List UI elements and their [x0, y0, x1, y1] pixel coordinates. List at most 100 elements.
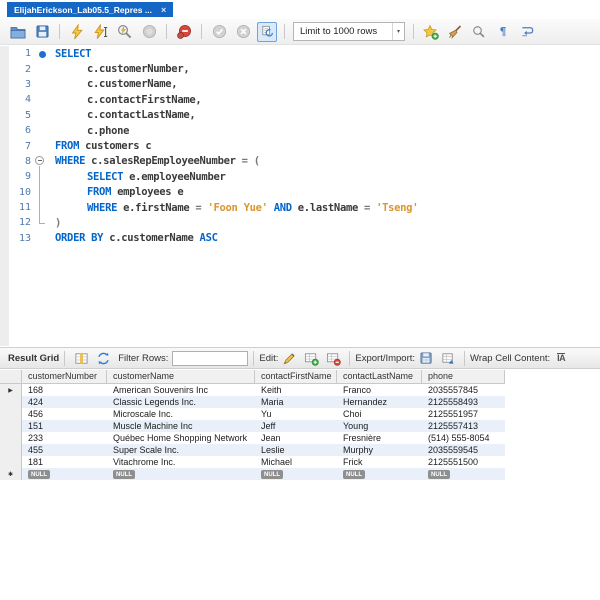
table-cell[interactable]: 2125557413 — [422, 420, 505, 432]
execute-button[interactable] — [67, 22, 87, 42]
save-script-button[interactable] — [32, 22, 52, 42]
toggle-autocommit-button[interactable] — [257, 21, 277, 42]
table-cell[interactable]: Young — [337, 420, 422, 432]
row-marker-header[interactable] — [0, 370, 22, 383]
toggle-stop-on-error-button[interactable] — [174, 22, 194, 42]
tab-close-icon[interactable]: × — [161, 5, 166, 15]
table-cell[interactable]: Hernandez — [337, 396, 422, 408]
table-cell[interactable]: 2125551500 — [422, 456, 505, 468]
code-line[interactable]: 12) — [0, 215, 600, 230]
table-cell[interactable]: NULL — [255, 468, 337, 480]
code-line[interactable]: 6 c.phone — [0, 123, 600, 138]
table-cell[interactable]: 2125551957 — [422, 408, 505, 420]
minus-circle-icon[interactable] — [35, 155, 44, 165]
column-header-contactFirstName[interactable]: contactFirstName — [255, 370, 337, 383]
table-cell[interactable]: Vitachrome Inc. — [107, 456, 255, 468]
table-cell[interactable]: Frick — [337, 456, 422, 468]
table-row[interactable]: 456 Microscale Inc. Yu Choi 2125551957 — [0, 408, 505, 420]
row-marker[interactable] — [0, 432, 22, 444]
sql-code-editor[interactable]: 1 SELECT 2 c.customerNumber, 3 c.customerName… — [0, 46, 600, 346]
table-cell[interactable]: 456 — [22, 408, 107, 420]
table-row[interactable]: 181 Vitachrome Inc. Michael Frick 2125551500 — [0, 456, 505, 468]
column-header-customerName[interactable]: customerName — [107, 370, 255, 383]
code-line[interactable]: 4 c.contactFirstName, — [0, 92, 600, 107]
row-marker[interactable] — [0, 420, 22, 432]
table-cell[interactable]: 424 — [22, 396, 107, 408]
table-cell[interactable]: Maria — [255, 396, 337, 408]
code-line[interactable]: 2 c.customerNumber, — [0, 61, 600, 76]
table-row[interactable]: ▶ 168 American Souvenirs Inc Keith Franco 203… — [0, 384, 505, 396]
wrap-cell-content-button[interactable]: IA — [552, 349, 570, 367]
result-grid-view-button[interactable] — [72, 349, 90, 367]
save-snippet-button[interactable] — [421, 22, 441, 42]
row-marker[interactable] — [0, 408, 22, 420]
new-row-star-icon[interactable]: ✱ — [0, 468, 22, 480]
code-line[interactable]: 13 ORDER BY c.customerName ASC — [0, 231, 600, 246]
execute-current-button[interactable] — [91, 22, 111, 42]
export-results-button[interactable] — [417, 349, 435, 367]
rollback-button[interactable] — [233, 22, 253, 42]
code-line[interactable]: 11 WHERE e.firstName = 'Foon Yue' AND e.l… — [0, 199, 600, 216]
tab-sql-script[interactable]: ElijahErickson_Lab05.5_Repres ... × — [7, 2, 174, 17]
table-cell[interactable]: 455 — [22, 444, 107, 456]
code-line[interactable]: 9 SELECT e.employeeNumber — [0, 169, 600, 185]
table-cell[interactable]: Yu — [255, 408, 337, 420]
table-row[interactable]: 233 Québec Home Shopping Network Jean Fresn… — [0, 432, 505, 444]
row-marker[interactable] — [0, 444, 22, 456]
limit-rows-dropdown[interactable]: Limit to 1000 rows ▾ — [293, 22, 405, 41]
table-cell[interactable]: Microscale Inc. — [107, 408, 255, 420]
table-cell[interactable]: NULL — [422, 468, 505, 480]
open-script-button[interactable] — [8, 22, 28, 42]
code-line[interactable]: 1 SELECT — [0, 46, 600, 61]
row-marker[interactable] — [0, 456, 22, 468]
table-cell[interactable]: Murphy — [337, 444, 422, 456]
fold-collapse-icon[interactable] — [31, 154, 55, 170]
code-line[interactable]: 10 FROM employees e — [0, 184, 600, 201]
table-cell[interactable]: Québec Home Shopping Network — [107, 432, 255, 444]
explain-button[interactable] — [115, 22, 135, 42]
table-cell[interactable]: Michael — [255, 456, 337, 468]
refresh-button[interactable] — [94, 349, 112, 367]
table-cell[interactable]: Choi — [337, 408, 422, 420]
column-header-customerNumber[interactable]: customerNumber — [22, 370, 107, 383]
table-cell[interactable]: Super Scale Inc. — [107, 444, 255, 456]
table-row[interactable]: 151 Muscle Machine Inc Jeff Young 2125557413 — [0, 420, 505, 432]
filter-rows-input[interactable] — [172, 350, 249, 366]
table-cell[interactable]: Keith — [255, 384, 337, 396]
table-cell[interactable]: 181 — [22, 456, 107, 468]
find-button[interactable] — [469, 22, 489, 42]
stop-button[interactable] — [139, 22, 159, 42]
table-cell[interactable]: 151 — [22, 420, 107, 432]
code-line[interactable]: 3 c.customerName, — [0, 77, 600, 92]
table-cell[interactable]: NULL — [337, 468, 422, 480]
table-cell[interactable]: NULL — [107, 468, 255, 480]
table-row[interactable]: 424 Classic Legends Inc. Maria Hernandez 212… — [0, 396, 505, 408]
table-cell[interactable]: Classic Legends Inc. — [107, 396, 255, 408]
column-header-phone[interactable]: phone — [422, 370, 505, 383]
toggle-wrap-button[interactable] — [517, 22, 537, 42]
table-cell[interactable]: Jean — [255, 432, 337, 444]
table-cell[interactable]: NULL — [22, 468, 107, 480]
show-invisibles-button[interactable]: ¶ — [493, 22, 513, 42]
table-row[interactable]: 455 Super Scale Inc. Leslie Murphy 203555954… — [0, 444, 505, 456]
table-cell[interactable]: 2035559545 — [422, 444, 505, 456]
table-cell[interactable]: 233 — [22, 432, 107, 444]
table-cell[interactable]: 2035557845 — [422, 384, 505, 396]
table-cell[interactable]: Muscle Machine Inc — [107, 420, 255, 432]
code-line[interactable]: 7 FROM customers c — [0, 138, 600, 153]
table-cell[interactable]: (514) 555-8054 — [422, 432, 505, 444]
beautify-button[interactable] — [445, 22, 465, 42]
edit-record-button[interactable] — [280, 349, 298, 367]
table-cell[interactable]: Jeff — [255, 420, 337, 432]
table-cell[interactable]: 2125558493 — [422, 396, 505, 408]
new-row-placeholder[interactable]: ✱ NULL NULL NULL NULL NULL — [0, 468, 505, 480]
code-line[interactable]: 5 c.contactLastName, — [0, 108, 600, 123]
delete-row-button[interactable] — [324, 349, 342, 367]
table-cell[interactable]: Franco — [337, 384, 422, 396]
table-cell[interactable]: American Souvenirs Inc — [107, 384, 255, 396]
current-row-arrow-icon[interactable]: ▶ — [0, 384, 22, 396]
column-header-contactLastName[interactable]: contactLastName — [337, 370, 422, 383]
insert-row-button[interactable] — [302, 349, 320, 367]
commit-button[interactable] — [209, 22, 229, 42]
code-line[interactable]: 8 WHERE c.salesRepEmployeeNumber = ( — [0, 154, 600, 170]
